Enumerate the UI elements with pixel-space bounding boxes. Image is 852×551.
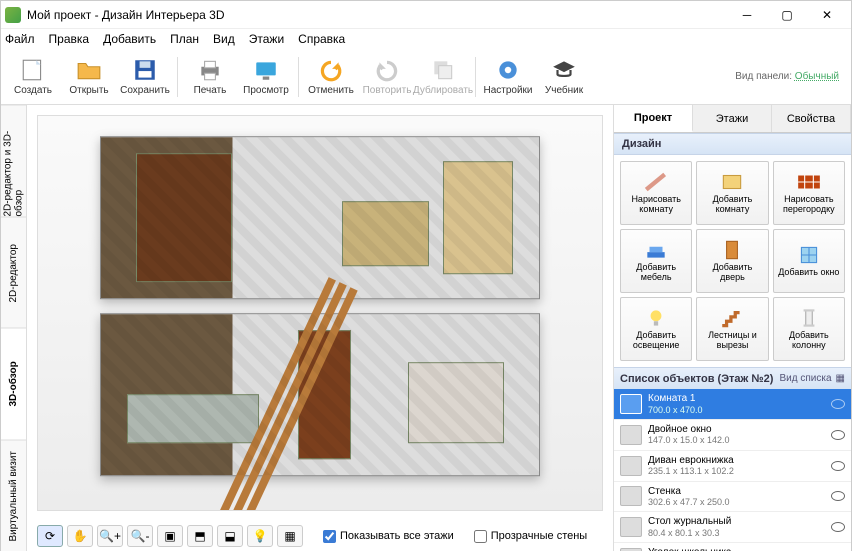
object-name: Двойное окно [648, 424, 730, 436]
render-button[interactable]: ▦ [277, 525, 303, 547]
object-dimensions: 147.0 x 15.0 x 142.0 [648, 435, 730, 445]
redo-button: Повторить [359, 52, 415, 102]
visibility-icon[interactable] [831, 430, 845, 440]
menu-help[interactable]: Справка [298, 32, 345, 46]
object-name: Стол журнальный [648, 516, 731, 528]
rotate-360-button[interactable]: ⟳ [37, 525, 63, 547]
menu-file[interactable]: Файл [5, 32, 35, 46]
card-stairs[interactable]: Лестницы и вырезы [696, 297, 768, 361]
card-add-lighting[interactable]: Добавить освещение [620, 297, 692, 361]
object-dimensions: 302.6 x 47.7 x 250.0 [648, 497, 730, 507]
save-button[interactable]: Сохранить [117, 52, 173, 102]
tab-virtual-visit[interactable]: Виртуальный визит [1, 440, 26, 551]
object-name: Комната 1 [648, 393, 703, 405]
menu-edit[interactable]: Правка [49, 32, 90, 46]
open-button[interactable]: Открыть [61, 52, 117, 102]
tab-3d-view[interactable]: 3D-обзор [1, 328, 26, 440]
object-name: Диван еврокнижка [648, 455, 734, 467]
object-dimensions: 80.4 x 80.1 x 30.3 [648, 528, 731, 538]
visibility-icon[interactable] [831, 461, 845, 471]
fit-button[interactable]: ▣ [157, 525, 183, 547]
visibility-icon[interactable] [831, 399, 845, 409]
duplicate-button: Дублировать [415, 52, 471, 102]
tab-floors[interactable]: Этажи [693, 105, 772, 132]
object-dimensions: 700.0 x 470.0 [648, 405, 703, 415]
object-thumb-icon [620, 456, 642, 476]
house-model [100, 136, 540, 476]
card-add-room[interactable]: Добавить комнату [696, 161, 768, 225]
card-add-column[interactable]: Добавить колонну [773, 297, 845, 361]
object-item[interactable]: Уголок школьника197.6 x 80.1 x 180.0 [614, 543, 851, 551]
menubar: Файл Правка Добавить План Вид Этажи Спра… [1, 29, 851, 49]
pan-button[interactable]: ✋ [67, 525, 93, 547]
settings-button[interactable]: Настройки [480, 52, 536, 102]
tab-project[interactable]: Проект [614, 105, 693, 132]
menu-add[interactable]: Добавить [103, 32, 156, 46]
list-view-mode[interactable]: Вид списка ▦ [780, 373, 845, 384]
menu-view[interactable]: Вид [213, 32, 235, 46]
object-name: Стенка [648, 486, 730, 498]
object-item[interactable]: Диван еврокнижка235.1 x 113.1 x 102.2 [614, 451, 851, 482]
panel-mode-link[interactable]: Обычный [795, 71, 839, 82]
object-dimensions: 235.1 x 113.1 x 102.2 [648, 466, 734, 476]
menu-plan[interactable]: План [170, 32, 199, 46]
tutorial-button[interactable]: Учебник [536, 52, 592, 102]
panel-mode: Вид панели: Обычный [735, 71, 847, 82]
design-section-head: Дизайн [614, 133, 851, 155]
object-item[interactable]: Комната 1700.0 x 470.0 [614, 389, 851, 420]
minimize-button[interactable]: ─ [727, 3, 767, 27]
object-thumb-icon [620, 425, 642, 445]
window-title: Мой проект - Дизайн Интерьера 3D [27, 8, 727, 22]
visibility-icon[interactable] [831, 491, 845, 501]
slice-down-button[interactable]: ⬓ [217, 525, 243, 547]
object-item[interactable]: Стенка302.6 x 47.7 x 250.0 [614, 482, 851, 513]
object-thumb-icon [620, 394, 642, 414]
card-add-furniture[interactable]: Добавить мебель [620, 229, 692, 293]
app-icon [5, 7, 21, 23]
maximize-button[interactable]: ▢ [767, 3, 807, 27]
print-button[interactable]: Печать [182, 52, 238, 102]
create-button[interactable]: Создать [5, 52, 61, 102]
object-thumb-icon [620, 517, 642, 537]
close-button[interactable]: ✕ [807, 3, 847, 27]
lighting-button[interactable]: 💡 [247, 525, 273, 547]
object-list[interactable]: Комната 1700.0 x 470.0Двойное окно147.0 … [614, 389, 851, 551]
card-draw-room[interactable]: Нарисовать комнату [620, 161, 692, 225]
slice-up-button[interactable]: ⬒ [187, 525, 213, 547]
menu-floors[interactable]: Этажи [249, 32, 284, 46]
preview-button[interactable]: Просмотр [238, 52, 294, 102]
transparent-walls-checkbox[interactable]: Прозрачные стены [474, 530, 587, 543]
tab-properties[interactable]: Свойства [772, 105, 851, 132]
card-draw-wall[interactable]: Нарисовать перегородку [773, 161, 845, 225]
undo-button[interactable]: Отменить [303, 52, 359, 102]
object-name: Уголок школьника [648, 547, 732, 551]
visibility-icon[interactable] [831, 522, 845, 532]
object-thumb-icon [620, 486, 642, 506]
tab-2d-editor[interactable]: 2D-редактор [1, 217, 26, 329]
object-item[interactable]: Двойное окно147.0 x 15.0 x 142.0 [614, 420, 851, 451]
objects-section-head: Список объектов (Этаж №2) [620, 373, 773, 385]
zoom-in-button[interactable]: 🔍+ [97, 525, 123, 547]
tab-2d-3d-overview[interactable]: 2D-редактор и 3D-обзор [1, 105, 26, 217]
object-item[interactable]: Стол журнальный80.4 x 80.1 x 30.3 [614, 512, 851, 543]
show-all-floors-checkbox[interactable]: Показывать все этажи [323, 530, 454, 543]
zoom-out-button[interactable]: 🔍- [127, 525, 153, 547]
card-add-window[interactable]: Добавить окно [773, 229, 845, 293]
card-add-door[interactable]: Добавить дверь [696, 229, 768, 293]
viewport-3d[interactable] [37, 115, 603, 511]
